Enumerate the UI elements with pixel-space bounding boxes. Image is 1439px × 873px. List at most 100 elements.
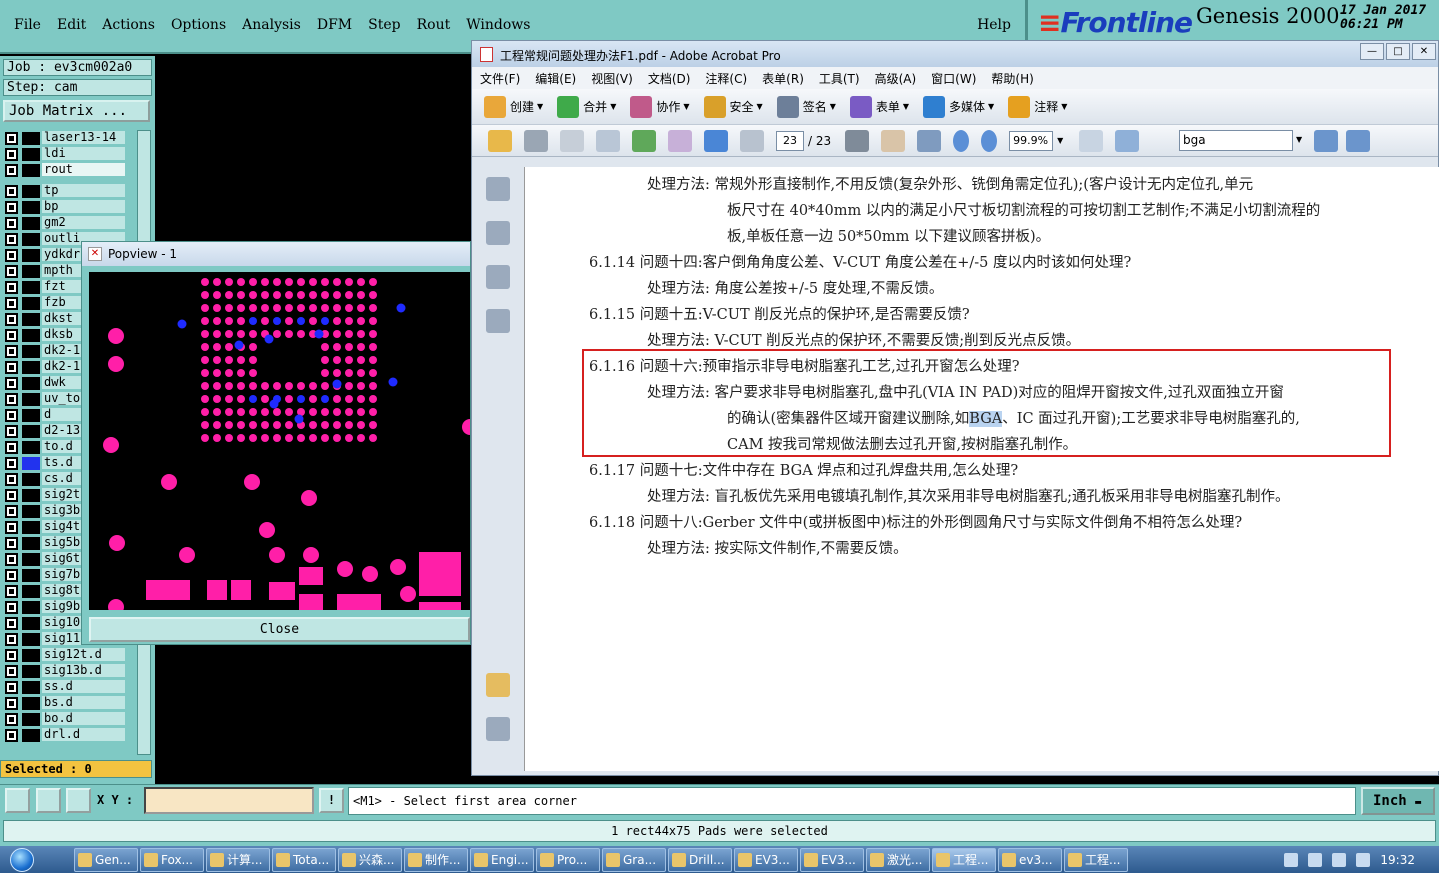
taskbar-button[interactable]: ev3... <box>998 847 1062 872</box>
page-number-input[interactable]: 23 <box>776 130 804 151</box>
layer-checkbox[interactable] <box>5 147 18 161</box>
find-next-icon[interactable] <box>1346 130 1370 152</box>
taskbar-button[interactable]: 兴森... <box>338 847 402 872</box>
find-input[interactable]: bga <box>1179 130 1293 151</box>
taskbar-button[interactable]: Gen... <box>74 847 138 872</box>
popview-close-button[interactable]: Close <box>89 617 470 642</box>
toolbar-button-lock[interactable]: 安全 ▼ <box>703 95 763 118</box>
signatures-icon[interactable] <box>486 309 510 333</box>
popview-close-icon[interactable]: ✕ <box>88 247 102 261</box>
save-icon[interactable] <box>560 129 584 152</box>
toolbar-button-combine[interactable]: 合并 ▼ <box>557 95 616 118</box>
select-text-icon[interactable] <box>845 129 870 152</box>
prev-page-icon[interactable] <box>704 129 728 152</box>
layer-checkbox[interactable] <box>5 680 18 694</box>
layer-checkbox[interactable] <box>5 296 18 310</box>
taskbar-button[interactable]: 制作... <box>404 847 468 872</box>
layer-row[interactable]: laser13-14 <box>5 130 125 146</box>
layer-checkbox[interactable] <box>5 131 18 145</box>
layer-checkbox[interactable] <box>5 328 18 342</box>
find-previous-icon[interactable] <box>1314 130 1338 152</box>
taskbar-button[interactable]: 激光... <box>866 847 930 872</box>
taskbar-button[interactable]: 工程... <box>1064 847 1128 872</box>
taskbar-button[interactable]: Drill... <box>668 847 732 872</box>
xy-input[interactable] <box>144 787 314 814</box>
layer-checkbox[interactable] <box>5 504 18 518</box>
bookmarks-icon[interactable] <box>486 221 510 245</box>
menu-file[interactable]: File <box>6 17 49 33</box>
layer-checkbox[interactable] <box>5 264 18 278</box>
comments-icon[interactable] <box>486 673 510 697</box>
toolbar-button-multimedia[interactable]: 多媒体 ▼ <box>923 95 994 118</box>
upload-icon[interactable] <box>632 129 656 152</box>
acrobat-menu-item[interactable]: 窗口(W) <box>931 70 976 87</box>
layer-checkbox[interactable] <box>5 216 18 230</box>
menu-options[interactable]: Options <box>163 17 234 33</box>
layer-checkbox[interactable] <box>5 456 18 470</box>
help-icon[interactable] <box>1308 852 1323 867</box>
print-icon[interactable] <box>524 129 548 152</box>
clock[interactable]: 19:32 <box>1380 853 1415 867</box>
acrobat-menu-item[interactable]: 工具(T) <box>819 70 860 87</box>
taskbar-button[interactable]: Gra... <box>602 847 666 872</box>
layer-row[interactable]: gm2 <box>5 215 125 231</box>
popview-titlebar[interactable]: ✕ Popview - 1 <box>82 242 470 266</box>
close-icon[interactable]: ✕ <box>1412 43 1436 60</box>
taskbar-button[interactable]: EV3... <box>734 847 798 872</box>
layer-row[interactable]: sig12t.d <box>5 647 125 663</box>
acrobat-menu-item[interactable]: 文件(F) <box>480 70 520 87</box>
layer-checkbox[interactable] <box>5 584 18 598</box>
acrobat-menu-item[interactable]: 视图(V) <box>591 70 633 87</box>
volume-icon[interactable] <box>1356 852 1371 867</box>
taskbar-button[interactable]: Engi... <box>470 847 534 872</box>
network-icon[interactable] <box>1332 852 1347 867</box>
layer-checkbox[interactable] <box>5 472 18 486</box>
taskbar-button[interactable]: EV3... <box>800 847 864 872</box>
layer-checkbox[interactable] <box>5 568 18 582</box>
menu-dfm[interactable]: DFM <box>309 17 360 33</box>
layer-row[interactable]: rout <box>5 162 125 178</box>
layer-checkbox[interactable] <box>5 632 18 646</box>
toolbar-button-form[interactable]: 表单 ▼ <box>849 95 909 118</box>
layer-checkbox[interactable] <box>5 376 18 390</box>
layer-checkbox[interactable] <box>5 424 18 438</box>
layer-checkbox[interactable] <box>5 648 18 662</box>
minimize-icon[interactable]: — <box>1360 43 1384 60</box>
layer-checkbox[interactable] <box>5 392 18 406</box>
popview-canvas[interactable] <box>89 272 470 610</box>
layer-row[interactable]: bs.d <box>5 695 125 711</box>
units-select[interactable]: Inch ▬ <box>1361 787 1435 815</box>
layer-checkbox[interactable] <box>5 520 18 534</box>
keyboard-icon[interactable] <box>1284 852 1299 867</box>
layer-checkbox[interactable] <box>5 664 18 678</box>
layer-checkbox[interactable] <box>5 696 18 710</box>
menu-rout[interactable]: Rout <box>409 17 459 33</box>
open-folder-icon[interactable] <box>488 129 512 152</box>
taskbar-button[interactable]: Pro... <box>536 847 600 872</box>
menu-analysis[interactable]: Analysis <box>234 17 309 33</box>
layer-checkbox[interactable] <box>5 616 18 630</box>
layer-row[interactable]: ss.d <box>5 679 125 695</box>
hand-tool-icon[interactable] <box>881 129 906 152</box>
measure-icon[interactable] <box>36 788 61 813</box>
next-page-icon[interactable] <box>740 129 764 152</box>
layer-checkbox[interactable] <box>5 184 18 198</box>
acrobat-menu-item[interactable]: 表单(R) <box>762 70 804 87</box>
email-icon[interactable] <box>596 129 620 152</box>
zoom-dropdown-icon[interactable]: ▼ <box>1057 136 1063 145</box>
layer-checkbox[interactable] <box>5 163 18 177</box>
zoom-in-icon[interactable] <box>981 129 998 152</box>
pdf-page[interactable]: 处理方法: 常规外形直接制作,不用反馈(复杂外形、铣倒角需定位孔);(客户设计无… <box>524 167 1439 771</box>
taskbar-button[interactable]: 计算... <box>206 847 270 872</box>
menu-actions[interactable]: Actions <box>94 17 163 33</box>
acrobat-menu-item[interactable]: 高级(A) <box>875 70 917 87</box>
acrobat-menu-item[interactable]: 文档(D) <box>648 70 691 87</box>
toolbar-button-pen[interactable]: 签名 ▼ <box>776 95 836 118</box>
layer-checkbox[interactable] <box>5 488 18 502</box>
fit-page-icon[interactable] <box>1079 129 1104 152</box>
acrobat-menu-item[interactable]: 编辑(E) <box>535 70 576 87</box>
taskbar-button[interactable]: Fox... <box>140 847 204 872</box>
alert-button[interactable]: ! <box>319 788 344 813</box>
layer-checkbox[interactable] <box>5 360 18 374</box>
fullscreen-icon[interactable] <box>1115 129 1140 152</box>
